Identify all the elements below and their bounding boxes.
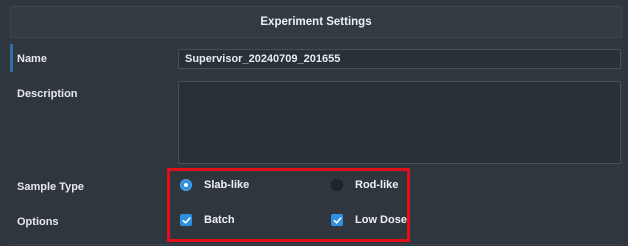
- name-label: Name: [17, 53, 47, 65]
- description-field[interactable]: [178, 81, 621, 164]
- panel-title-text: Experiment Settings: [260, 16, 372, 28]
- options-label: Options: [17, 216, 59, 228]
- name-field[interactable]: Supervisor_20240709_201655: [178, 49, 621, 69]
- highlight-annotation-box: [167, 168, 410, 242]
- sample-type-label: Sample Type: [17, 181, 85, 193]
- panel-title: Experiment Settings: [10, 6, 622, 38]
- selection-indicator: [10, 44, 13, 72]
- experiment-settings-panel: Experiment Settings Name Supervisor_2024…: [0, 0, 628, 246]
- bottom-divider: [10, 244, 622, 245]
- description-label: Description: [17, 88, 78, 100]
